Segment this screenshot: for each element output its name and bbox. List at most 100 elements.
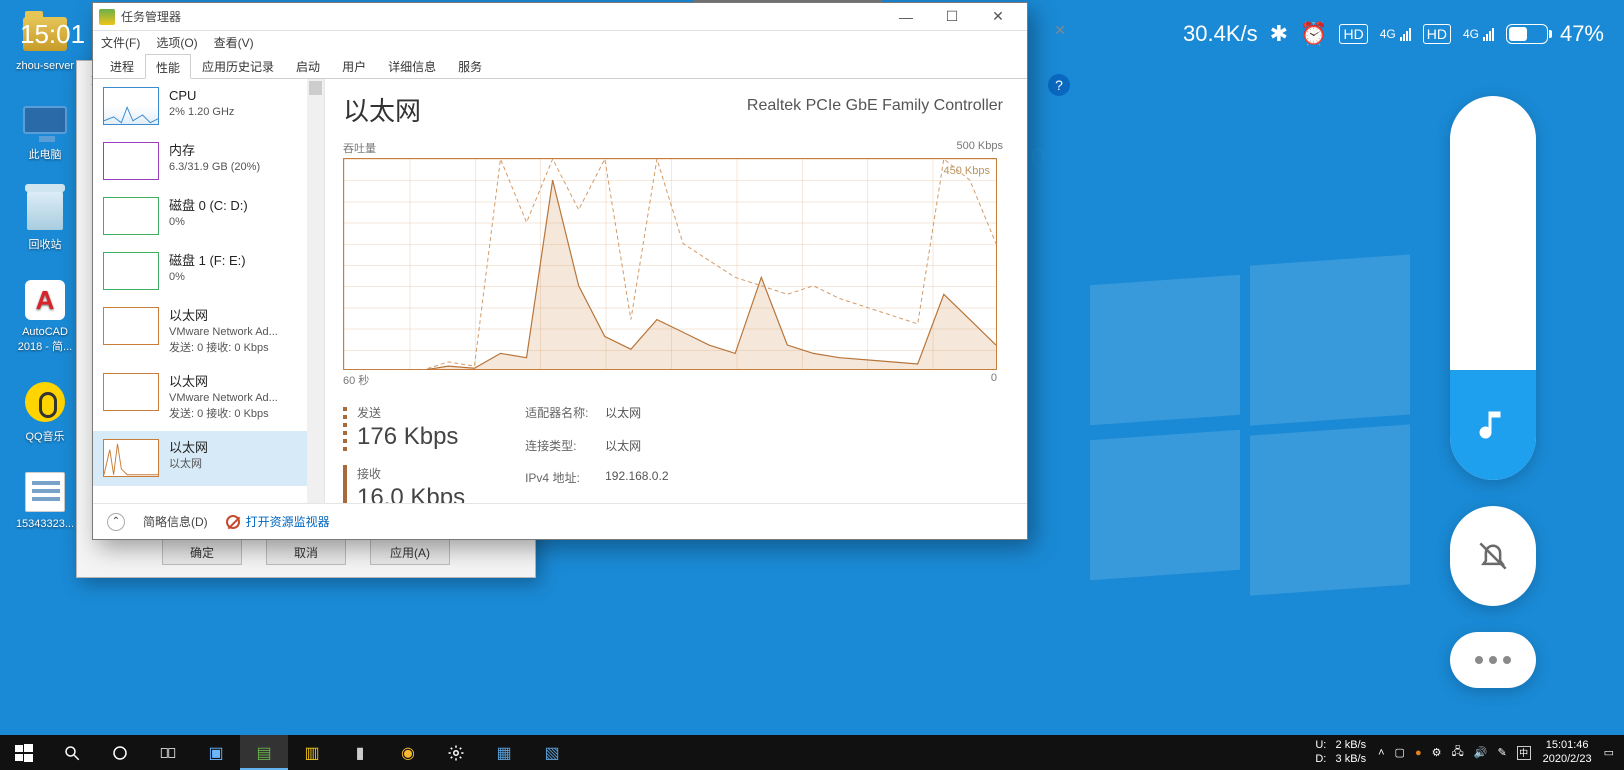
performance-main: 以太网 Realtek PCIe GbE Family Controller 吞… xyxy=(325,79,1027,503)
tab-startup[interactable]: 启动 xyxy=(285,53,331,78)
ok-button[interactable]: 确定 xyxy=(162,539,242,565)
sidebar-item-net-6[interactable]: 以太网以太网 xyxy=(93,431,324,486)
chevron-up-icon[interactable]: ⌃ xyxy=(107,513,125,531)
taskbar-app[interactable]: ▦ xyxy=(480,735,528,770)
desktop-icon-this-pc[interactable]: 此电脑 xyxy=(10,100,80,162)
titlebar[interactable]: 任务管理器 — ☐ ✕ xyxy=(93,3,1027,31)
taskbar-app[interactable]: ◉ xyxy=(384,735,432,770)
desktop-icon-qqmusic[interactable]: QQ音乐 xyxy=(10,382,80,444)
floating-side-panel xyxy=(1450,96,1536,688)
tab-performance[interactable]: 性能 xyxy=(145,54,191,79)
search-button[interactable] xyxy=(48,735,96,770)
task-manager-footer: ⌃ 简略信息(D) 打开资源监视器 xyxy=(93,503,1027,539)
cancel-button[interactable]: 取消 xyxy=(266,539,346,565)
start-button[interactable] xyxy=(0,735,48,770)
desktop-label: zhou-server xyxy=(10,60,80,72)
windows-taskbar: ▣ ▤ ▥ ▮ ◉ ▦ ▧ U: 2 kB/s D: 3 kB/s ˄ ▢ ● … xyxy=(0,735,1624,770)
sidebar-item-mem-1[interactable]: 内存6.3/31.9 GB (20%) xyxy=(93,134,324,189)
desktop-icon-recycle-bin[interactable]: 回收站 xyxy=(10,190,80,252)
tray-network-icon[interactable]: 🖧 xyxy=(1451,743,1463,762)
menubar: 文件(F) 选项(O) 查看(V) xyxy=(93,31,1027,53)
chart-y-label: 吞吐量 xyxy=(343,140,376,156)
resource-monitor-icon xyxy=(226,515,240,529)
window-title: 任务管理器 xyxy=(121,8,181,25)
menu-options[interactable]: 选项(O) xyxy=(156,34,197,51)
signal-icon xyxy=(1400,27,1411,41)
chart-x-left: 60 秒 xyxy=(343,372,369,388)
taskbar-app[interactable]: ▧ xyxy=(528,735,576,770)
close-button[interactable]: ✕ xyxy=(975,3,1021,31)
ime-indicator[interactable]: 中 xyxy=(1517,746,1531,760)
volume-pill[interactable] xyxy=(1450,96,1536,480)
tab-users[interactable]: 用户 xyxy=(331,53,377,78)
maximize-button[interactable]: ☐ xyxy=(929,3,975,31)
system-tray: U: 2 kB/s D: 3 kB/s ˄ ▢ ● ⚙ 🖧 🔊 ✎ 中 15:0… xyxy=(1315,739,1624,765)
tab-details[interactable]: 详细信息 xyxy=(377,53,447,78)
open-resource-monitor-link[interactable]: 打开资源监视器 xyxy=(226,513,330,530)
performance-sidebar: CPU2% 1.20 GHz内存6.3/31.9 GB (20%)磁盘 0 (C… xyxy=(93,79,325,503)
help-icon[interactable]: ? xyxy=(1048,74,1070,96)
apply-button[interactable]: 应用(A) xyxy=(370,539,450,565)
net-meter: U: 2 kB/s D: 3 kB/s xyxy=(1315,739,1366,765)
sidebar-item-net-4[interactable]: 以太网VMware Network Ad...发送: 0 接收: 0 Kbps xyxy=(93,299,324,365)
sidebar-item-cpu-0[interactable]: CPU2% 1.20 GHz xyxy=(93,79,324,134)
sidebar-item-net-5[interactable]: 以太网VMware Network Ad...发送: 0 接收: 0 Kbps xyxy=(93,365,324,431)
tray-icon[interactable]: ✎ xyxy=(1497,746,1506,759)
tray-volume-icon[interactable]: 🔊 xyxy=(1474,746,1488,759)
net-thumbnail-icon xyxy=(103,373,159,411)
battery-icon xyxy=(1506,24,1548,44)
desktop-label: AutoCAD 2018 - 简... xyxy=(10,326,80,354)
android-clock: 15:01 xyxy=(20,19,85,50)
tray-icon[interactable]: ▢ xyxy=(1395,746,1405,759)
autocad-icon: A xyxy=(25,280,65,320)
taskbar-app-explorer[interactable]: ▥ xyxy=(288,735,336,770)
menu-file[interactable]: 文件(F) xyxy=(101,34,140,51)
tab-app-history[interactable]: 应用历史记录 xyxy=(191,53,285,78)
tray-icon[interactable]: ⚙ xyxy=(1432,746,1442,759)
taskbar-app-terminal[interactable]: ▮ xyxy=(336,735,384,770)
tab-services[interactable]: 服务 xyxy=(447,53,493,78)
net-thumbnail-icon xyxy=(103,439,159,477)
close-button[interactable]: ✕ xyxy=(1054,22,1066,39)
taskbar-clock[interactable]: 15:01:46 2020/2/23 xyxy=(1543,739,1592,765)
sidebar-item-disk-3[interactable]: 磁盘 1 (F: E:)0% xyxy=(93,244,324,299)
mem-thumbnail-icon xyxy=(103,142,159,180)
desktop-label: 此电脑 xyxy=(10,146,80,162)
more-pill[interactable] xyxy=(1450,632,1536,688)
disk-thumbnail-icon xyxy=(103,252,159,290)
fewer-details-button[interactable]: 简略信息(D) xyxy=(143,513,208,530)
task-view-button[interactable] xyxy=(144,735,192,770)
network-speed: 30.4K/s xyxy=(1183,21,1258,47)
alarm-icon: ⏰ xyxy=(1300,21,1327,47)
search-icon xyxy=(63,744,81,762)
music-note-icon xyxy=(1475,407,1511,443)
sidebar-scrollbar[interactable] xyxy=(307,79,324,503)
desktop-icon-textfile[interactable]: 15343323... xyxy=(10,472,80,530)
windows-logo-watermark xyxy=(1090,260,1410,580)
send-swatch-icon xyxy=(343,404,347,451)
music-button[interactable] xyxy=(1450,370,1536,480)
tab-processes[interactable]: 进程 xyxy=(99,53,145,78)
cortana-button[interactable] xyxy=(96,735,144,770)
desktop-icon-autocad[interactable]: A AutoCAD 2018 - 简... xyxy=(10,280,80,354)
send-value: 176 Kbps xyxy=(357,423,458,451)
recv-value: 16.0 Kbps xyxy=(357,484,465,503)
qqmusic-icon xyxy=(25,382,65,422)
hd-badge: HD xyxy=(1423,24,1451,44)
dnd-pill[interactable] xyxy=(1450,506,1536,606)
taskbar-app-settings[interactable] xyxy=(432,735,480,770)
desktop-label: 回收站 xyxy=(10,236,80,252)
taskbar-app-taskmanager[interactable]: ▤ xyxy=(240,735,288,770)
taskbar-app[interactable]: ▣ xyxy=(192,735,240,770)
menu-view[interactable]: 查看(V) xyxy=(214,34,254,51)
notifications-button[interactable]: ▭ xyxy=(1604,746,1614,759)
desktop-icons: zhou-server 此电脑 回收站 A AutoCAD 2018 - 简..… xyxy=(10,14,80,558)
sidebar-item-disk-2[interactable]: 磁盘 0 (C: D:)0% xyxy=(93,189,324,244)
tray-icon[interactable]: ● xyxy=(1415,747,1422,759)
battery-percent: 47% xyxy=(1560,21,1604,47)
task-manager-window: 任务管理器 — ☐ ✕ 文件(F) 选项(O) 查看(V) 进程 性能 应用历史… xyxy=(92,2,1028,540)
more-horizontal-icon xyxy=(1472,651,1514,669)
tray-chevron-up-icon[interactable]: ˄ xyxy=(1378,747,1384,759)
computer-icon xyxy=(23,106,67,134)
minimize-button[interactable]: — xyxy=(883,3,929,31)
